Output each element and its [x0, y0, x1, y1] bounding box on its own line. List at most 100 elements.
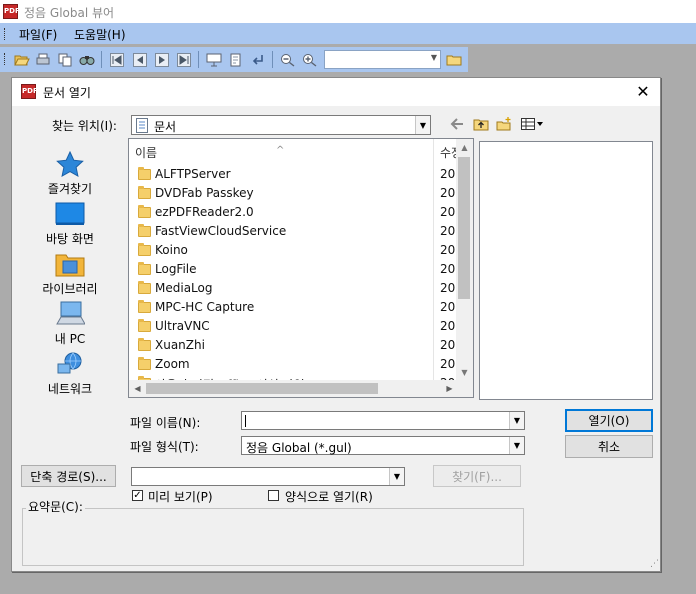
prev-page-icon[interactable] — [131, 51, 148, 68]
toolbar-grip[interactable] — [4, 53, 7, 65]
vertical-scrollbar[interactable]: ▲ ▼ — [456, 139, 473, 381]
shortcut-button[interactable]: 단축 경로(S)... — [21, 465, 116, 487]
text-caret — [245, 415, 246, 427]
filetype-select[interactable]: 정음 Global (*.gul) ▼ — [241, 436, 525, 455]
menu-file[interactable]: 파일(F) — [19, 26, 57, 43]
folder-icon — [138, 300, 151, 313]
next-page-icon[interactable] — [153, 51, 170, 68]
zoom-combo[interactable]: ▼ — [324, 50, 441, 69]
folder-icon — [138, 262, 151, 275]
look-in-value: 문서 — [154, 120, 177, 134]
return-icon[interactable] — [249, 51, 266, 68]
folder-icon — [138, 319, 151, 332]
up-folder-icon[interactable] — [471, 115, 491, 133]
file-row[interactable]: Koino 201 — [129, 241, 463, 260]
view-menu-icon[interactable] — [518, 115, 546, 133]
menubar-grip[interactable] — [4, 28, 7, 40]
file-row[interactable]: FastViewCloudService 201 — [129, 222, 463, 241]
open-folder-icon[interactable] — [13, 51, 30, 68]
sort-up-icon: ^ — [276, 145, 285, 156]
folder-icon[interactable] — [445, 51, 462, 68]
chevron-down-icon[interactable]: ▼ — [431, 53, 437, 62]
file-name: MPC-HC Capture — [155, 300, 255, 314]
cancel-button[interactable]: 취소 — [565, 435, 653, 458]
column-header-name[interactable]: 이름 ^ — [129, 139, 433, 163]
resize-grip-icon[interactable]: ⋰ — [650, 559, 659, 569]
dialog-app-icon: PDF — [21, 84, 38, 99]
horizontal-scrollbar[interactable]: ◀ ▶ — [129, 380, 458, 397]
filename-label: 파일 이름(N): — [130, 416, 201, 430]
file-name: LogFile — [155, 262, 197, 276]
file-list[interactable]: 이름 ^ 수정 ALFTPServer 201 DVDFab Passkey 202… — [128, 138, 474, 398]
close-icon[interactable]: ✕ — [632, 81, 654, 103]
folder-icon — [138, 205, 151, 218]
folder-icon — [138, 167, 151, 180]
place-network[interactable]: 네트워크 — [30, 350, 110, 397]
file-name: MediaLog — [155, 281, 213, 295]
chevron-down-icon[interactable]: ▼ — [389, 468, 404, 485]
place-desktop[interactable]: 바탕 화면 — [30, 200, 110, 247]
zoom-in-icon[interactable] — [301, 51, 318, 68]
file-row[interactable]: UltraVNC 202 — [129, 317, 463, 336]
scroll-down-icon[interactable]: ▼ — [456, 364, 473, 381]
chevron-down-icon[interactable]: ▼ — [509, 437, 524, 454]
file-row[interactable]: ezPDFReader2.0 202 — [129, 203, 463, 222]
file-name: XuanZhi — [155, 338, 205, 352]
shortcut-combo[interactable]: ▼ — [131, 467, 405, 486]
summary-label: 요약문(C): — [26, 498, 85, 515]
file-row[interactable]: ALFTPServer 201 — [129, 165, 463, 184]
print-icon[interactable] — [34, 51, 51, 68]
file-name: Zoom — [155, 357, 190, 371]
place-this-pc[interactable]: 내 PC — [30, 300, 110, 347]
app-title: 정음 Global 뷰어 — [24, 6, 115, 20]
new-folder-icon[interactable] — [494, 115, 514, 133]
file-name: UltraVNC — [155, 319, 210, 333]
file-row[interactable]: MPC-HC Capture 202 — [129, 298, 463, 317]
chevron-down-icon[interactable]: ▼ — [415, 116, 430, 134]
find-icon[interactable] — [78, 51, 95, 68]
filename-combo[interactable]: ▼ — [241, 411, 525, 430]
preview-checkbox[interactable]: ✓ — [132, 490, 143, 501]
template-checkbox[interactable] — [268, 490, 279, 501]
column-header-label: 이름 — [135, 146, 158, 160]
file-row[interactable]: MediaLog 201 — [129, 279, 463, 298]
scrollbar-corner — [456, 380, 473, 397]
folder-icon — [138, 243, 151, 256]
star-icon — [54, 150, 86, 178]
chevron-down-icon[interactable]: ▼ — [509, 412, 524, 429]
place-label: 네트워크 — [47, 382, 93, 396]
toolbar: ▼ — [0, 47, 468, 72]
menu-help[interactable]: 도움말(H) — [74, 26, 126, 43]
folder-icon — [138, 224, 151, 237]
place-favorites[interactable]: 즐겨찾기 — [30, 150, 110, 197]
network-icon — [54, 350, 86, 378]
scroll-thumb[interactable] — [458, 157, 470, 299]
look-in-combo[interactable]: 문서 ▼ — [131, 115, 431, 135]
toolbar-separator — [272, 51, 273, 68]
place-libraries[interactable]: 라이브러리 — [30, 250, 110, 297]
last-page-icon[interactable] — [175, 51, 192, 68]
open-button[interactable]: 열기(O) — [565, 409, 653, 432]
folder-icon — [138, 357, 151, 370]
back-arrow-icon[interactable] — [447, 115, 467, 133]
file-row[interactable]: LogFile 201 — [129, 260, 463, 279]
file-name: Koino — [155, 243, 188, 257]
first-page-icon[interactable] — [108, 51, 125, 68]
file-row[interactable]: Zoom 202 — [129, 355, 463, 374]
place-label: 라이브러리 — [42, 282, 98, 296]
zoom-out-icon[interactable] — [279, 51, 296, 68]
document-icon[interactable] — [227, 51, 244, 68]
menu-bar: 파일(F) 도움말(H) — [0, 23, 696, 44]
find-button[interactable]: 찾기(F)... — [433, 465, 521, 487]
scroll-left-icon[interactable]: ◀ — [129, 380, 146, 397]
presentation-icon[interactable] — [205, 51, 222, 68]
desktop-icon — [54, 200, 86, 228]
computer-icon — [54, 300, 86, 328]
scroll-up-icon[interactable]: ▲ — [456, 139, 473, 156]
filetype-label: 파일 형식(T): — [130, 440, 199, 454]
scroll-thumb[interactable] — [146, 383, 378, 394]
file-row[interactable]: DVDFab Passkey 202 — [129, 184, 463, 203]
file-row[interactable]: XuanZhi 201 — [129, 336, 463, 355]
copy-icon[interactable] — [56, 51, 73, 68]
file-name: ALFTPServer — [155, 167, 231, 181]
